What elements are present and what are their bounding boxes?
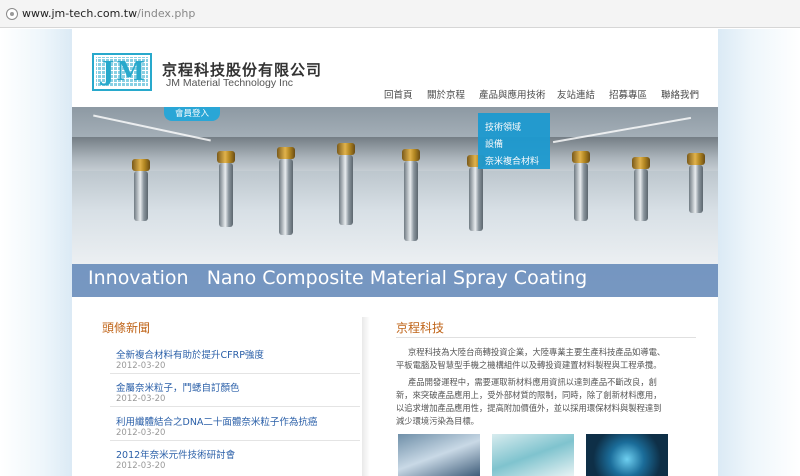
main-nav: 回首頁 關於京程 產品與應用技術 友站連結 招募專區 聯絡我們 [384, 87, 704, 101]
right-background [718, 29, 800, 476]
thumbnail-lab[interactable] [492, 434, 574, 476]
about-text-line: 產品開發運程中，需要運取新材料應用資訊以達到產品不斷改良，創 [408, 377, 657, 387]
banner-nozzle [634, 169, 648, 221]
banner-fitting [132, 159, 150, 171]
banner-fitting [632, 157, 650, 169]
about-title-rule [396, 337, 696, 338]
address-bar[interactable]: www.jm-tech.com.tw/index.php [0, 0, 800, 28]
banner-fitting [572, 151, 590, 163]
banner-nozzle [404, 161, 418, 241]
news-separator [110, 440, 360, 441]
news-item-title[interactable]: 2012年奈米元件技術研討會 [116, 447, 235, 461]
about-text-line: 減少環境污染為目標。 [396, 416, 479, 426]
banner-nozzle [219, 163, 233, 227]
news-section-title: 頭條新聞 [102, 321, 151, 335]
url-text[interactable]: www.jm-tech.com.tw/index.php [22, 7, 195, 20]
company-logo[interactable]: JM [92, 53, 152, 91]
banner-fitting [277, 147, 295, 159]
logo-mark: JM [92, 53, 152, 91]
news-separator [110, 373, 360, 374]
nav-careers[interactable]: 招募專區 [609, 87, 647, 101]
url-path: /index.php [137, 7, 196, 20]
thumbnail-building[interactable] [398, 434, 480, 476]
products-dropdown-menu: 技術領域 設備 奈米複合材料 [478, 113, 550, 169]
banner-tagline: Innovation Nano Composite Material Spray… [88, 267, 588, 289]
thumbnail-device[interactable] [586, 434, 668, 476]
company-name-en: JM Material Technology Inc [166, 77, 294, 89]
nav-about[interactable]: 關於京程 [427, 87, 465, 101]
about-text-line: 平板電腦及智慧型手機之機構組件以及轉投資建置材料製程與工程承攬。 [396, 360, 662, 370]
hero-banner: 會員登入 技術領域 設備 奈米複合材料 Innovation Nano Comp… [72, 107, 718, 297]
news-item-date: 2012-03-20 [116, 428, 166, 438]
left-background [0, 29, 72, 476]
site-container: JM 京程科技股份有限公司 JM Material Technology Inc… [72, 29, 718, 476]
dropdown-item-nano[interactable]: 奈米複合材料 [485, 154, 539, 167]
banner-fitting [687, 153, 705, 165]
about-text-line: 以追求增加產品應用性，提高附加價值外，並以採用環保材料與製程達到 [396, 403, 662, 413]
news-item-title[interactable]: 利用纖體結合之DNA二十面體奈米粒子作為抗癌 [116, 414, 317, 428]
column-divider [362, 317, 370, 476]
about-section-title: 京程科技 [396, 321, 445, 335]
banner-nozzle [339, 155, 353, 225]
nav-products[interactable]: 產品與應用技術 [479, 87, 546, 101]
about-text-line: 京程科技為大陸台商轉投資企業，大陸專業主要生產科技產品如導電、 [408, 347, 666, 357]
news-item-date: 2012-03-20 [116, 394, 166, 404]
about-text-line: 新，來突破產品應用上，受外部材質的限制，同時，除了創新材料應用， [396, 390, 662, 400]
url-host: www.jm-tech.com.tw [22, 7, 138, 20]
banner-nozzle [279, 159, 293, 235]
banner-nozzle [574, 163, 588, 221]
news-item-title[interactable]: 金屬奈米粒子，鬥蟋自訂顏色 [116, 380, 240, 394]
banner-nozzle [469, 167, 483, 231]
news-item-title[interactable]: 全新複合材料有助於提升CFRP強度 [116, 347, 264, 361]
banner-tagline-bar: Innovation Nano Composite Material Spray… [72, 264, 718, 297]
nav-links[interactable]: 友站連結 [557, 87, 595, 101]
page-icon [6, 8, 18, 20]
banner-fitting [337, 143, 355, 155]
news-separator [110, 406, 360, 407]
dropdown-item-equipment[interactable]: 設備 [485, 137, 503, 150]
banner-fitting [217, 151, 235, 163]
dropdown-item-tech[interactable]: 技術領域 [485, 120, 521, 133]
nav-home[interactable]: 回首頁 [384, 87, 413, 101]
banner-nozzle [689, 165, 703, 213]
news-item-date: 2012-03-20 [116, 461, 166, 471]
banner-nozzle [134, 171, 148, 221]
nav-contact[interactable]: 聯絡我們 [661, 87, 699, 101]
news-item-date: 2012-03-20 [116, 361, 166, 371]
banner-machine-rail [72, 137, 718, 171]
member-login-button[interactable]: 會員登入 [164, 107, 220, 121]
banner-fitting [402, 149, 420, 161]
logo-letters: JM [102, 57, 148, 87]
